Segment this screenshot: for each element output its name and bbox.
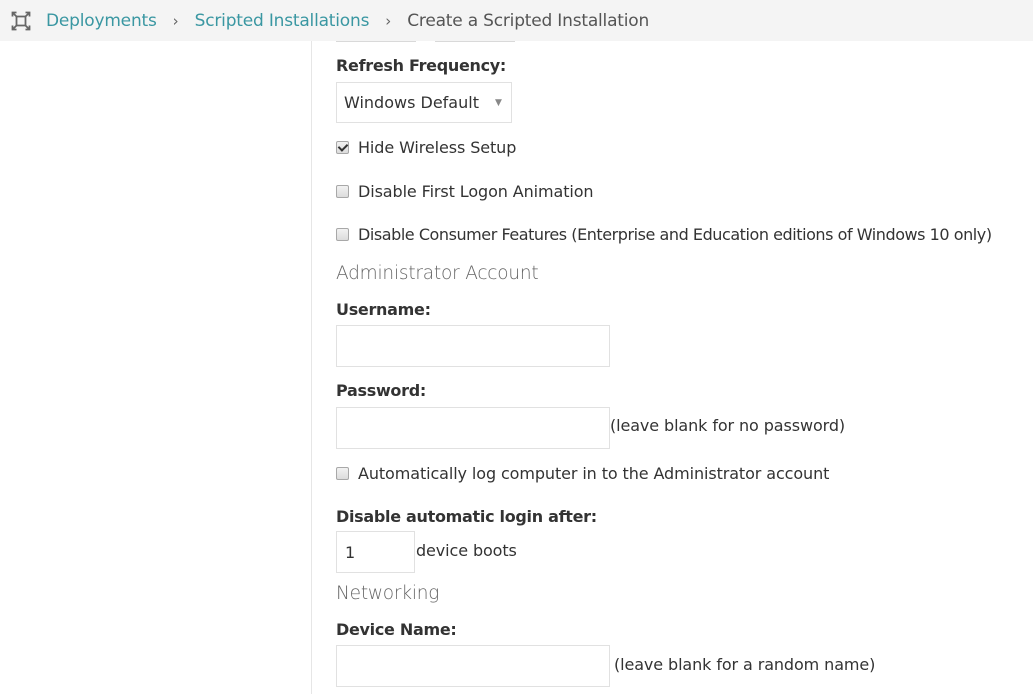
username-input[interactable]	[336, 325, 610, 367]
breadcrumb-bar: Deployments › Scripted Installations › C…	[0, 0, 1033, 41]
disable-first-logon-animation-option[interactable]: Disable First Logon Animation	[336, 182, 594, 201]
refresh-frequency-value: Windows Default	[344, 93, 479, 112]
cutoff-input-edge	[435, 41, 515, 42]
refresh-frequency-select[interactable]: Windows Default ▼	[336, 82, 512, 123]
administrator-account-heading: Administrator Account	[336, 263, 539, 284]
breadcrumb-deployments[interactable]: Deployments	[46, 11, 157, 31]
refresh-frequency-label: Refresh Frequency:	[336, 56, 507, 75]
cutoff-input-edge	[336, 41, 416, 42]
hide-wireless-setup-label: Hide Wireless Setup	[358, 138, 517, 157]
hide-wireless-setup-option[interactable]: Hide Wireless Setup	[336, 138, 516, 157]
username-label: Username:	[336, 300, 431, 319]
fullscreen-frame-icon[interactable]	[10, 10, 32, 32]
password-label: Password:	[336, 381, 426, 400]
device-name-hint: (leave blank for a random name)	[614, 655, 876, 674]
breadcrumb-separator: ›	[172, 11, 179, 30]
device-name-label: Device Name:	[336, 620, 457, 639]
disable-auto-login-label: Disable automatic login after:	[336, 507, 597, 526]
disable-consumer-features-option[interactable]: Disable Consumer Features (Enterprise an…	[336, 225, 992, 244]
chevron-down-icon: ▼	[494, 97, 502, 108]
password-input[interactable]	[336, 407, 610, 449]
disable-auto-login-boots-input[interactable]	[336, 531, 415, 573]
password-hint: (leave blank for no password)	[610, 416, 846, 435]
breadcrumb-scripted-installations[interactable]: Scripted Installations	[195, 11, 370, 31]
disable-consumer-features-checkbox[interactable]	[336, 228, 349, 241]
disable-consumer-features-label: Disable Consumer Features (Enterprise an…	[358, 225, 992, 244]
auto-login-label: Automatically log computer in to the Adm…	[358, 464, 830, 483]
breadcrumb-separator: ›	[385, 11, 392, 30]
sidebar-divider	[311, 41, 312, 694]
hide-wireless-setup-checkbox[interactable]	[336, 141, 349, 154]
breadcrumb-current-page: Create a Scripted Installation	[407, 10, 650, 31]
auto-login-checkbox[interactable]	[336, 467, 349, 480]
disable-first-logon-animation-label: Disable First Logon Animation	[358, 182, 594, 201]
device-name-input[interactable]	[336, 645, 610, 687]
networking-heading: Networking	[336, 583, 440, 604]
device-boots-suffix: device boots	[416, 541, 517, 560]
disable-first-logon-animation-checkbox[interactable]	[336, 185, 349, 198]
auto-login-option[interactable]: Automatically log computer in to the Adm…	[336, 464, 829, 483]
